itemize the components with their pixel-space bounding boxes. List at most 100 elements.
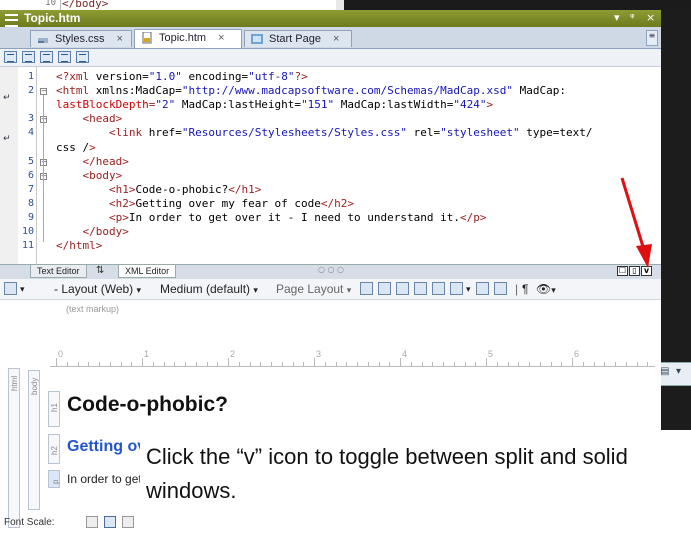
font-scale-normal-button[interactable] [104, 516, 116, 528]
ruler-tick [346, 362, 348, 366]
toolbar-button-1[interactable] [4, 51, 17, 63]
tab-styles-css[interactable]: Styles.css × [30, 30, 132, 47]
close-window-button[interactable]: × [646, 11, 655, 24]
preview-icon[interactable] [476, 282, 489, 295]
pin-button[interactable]: ᵠ [630, 11, 635, 24]
ruler-number: 0 [58, 349, 64, 359]
view-options-icon[interactable]: 👁▾ [536, 282, 556, 296]
code-line: css /> [56, 140, 96, 154]
structure-label: body [30, 377, 39, 395]
ruler-tick [335, 362, 337, 366]
window-dropdown-button[interactable]: ▾ [614, 11, 620, 24]
heading-1[interactable]: Code-o-phobic? [67, 393, 228, 417]
ruler-tick [582, 362, 584, 366]
toolbar-button-2[interactable] [22, 51, 35, 63]
heading-2[interactable]: Getting over my fear of code [67, 438, 140, 456]
layout-label: Layout (Web) [61, 282, 134, 296]
close-tab-icon[interactable]: × [333, 33, 339, 45]
ruler-tick [195, 362, 197, 366]
tracking-icon[interactable] [494, 282, 507, 295]
ruler-tick [486, 358, 487, 366]
toolbar-button-5[interactable] [76, 51, 89, 63]
document-tab-strip: Styles.css × Topic.htm × Start Page × ≡ [0, 27, 661, 49]
dark-background [336, 0, 691, 10]
code-line: <head> [82, 112, 123, 126]
ruler-tick [324, 362, 326, 366]
font-scale-smaller-button[interactable] [86, 516, 98, 528]
structure-bar-h1[interactable]: h1 [48, 391, 60, 427]
page-layout-dropdown[interactable]: Page Layout ▾ [276, 282, 351, 296]
window-menu-icon[interactable] [5, 14, 18, 27]
ruler-tick [99, 362, 100, 366]
ruler-tick [389, 362, 391, 366]
toolbar-button-3[interactable] [40, 51, 53, 63]
splitter-grip[interactable]: ○ ○ ○ [318, 265, 344, 274]
ruler-tick [561, 362, 563, 366]
page-layout-label: Page Layout [276, 282, 344, 296]
zoom-icon[interactable] [4, 282, 17, 295]
window-title-bar[interactable]: Topic.htm ▾ ᵠ × [0, 10, 661, 27]
toggle-split-v-button[interactable]: v [641, 266, 652, 276]
text-markup-label: (text markup) [66, 304, 120, 314]
show-markers-icon[interactable] [414, 282, 427, 295]
tab-list-button[interactable]: ≡ [646, 30, 658, 46]
background-code: </body> [62, 0, 109, 10]
ruler-tick [400, 358, 401, 366]
show-blocks-icon[interactable] [378, 282, 391, 295]
ruler-tick [593, 362, 595, 366]
structure-label: h1 [50, 403, 59, 412]
code-line: <body> [82, 168, 123, 182]
paragraph[interactable]: In order to get over it - I need to unde… [67, 472, 140, 486]
split-horizontal-button[interactable]: ☐ [617, 266, 628, 276]
ruler-tick [615, 362, 616, 366]
ruler-tick [539, 362, 541, 366]
structure-label: html [10, 375, 19, 391]
split-toggle-icon[interactable]: ⇅ [96, 265, 104, 276]
tab-topic-htm[interactable]: Topic.htm × [134, 29, 242, 48]
medium-label: Medium (default) [160, 282, 251, 296]
layout-dropdown[interactable]: - Layout (Web) ▾ [54, 282, 141, 296]
ruler: 0 1 2 3 4 5 6 [50, 349, 655, 367]
split-vertical-button[interactable]: ▯ [629, 266, 640, 276]
dropdown-arrow[interactable]: ▾ [20, 284, 25, 295]
code-line: <h1>Code-o-phobic?</h1> [108, 182, 262, 196]
tab-label: Styles.css [55, 33, 105, 45]
tab-text-editor[interactable]: Text Editor [30, 265, 87, 278]
show-conditions-icon[interactable] [432, 282, 445, 295]
close-tab-icon[interactable]: × [117, 33, 123, 45]
ruler-number: 1 [144, 349, 150, 359]
toolbar-button-4[interactable] [58, 51, 71, 63]
show-tags-icon[interactable] [360, 282, 373, 295]
ruler-tick [357, 362, 358, 366]
ruler-tick [292, 362, 294, 366]
ruler-tick [303, 362, 305, 366]
tab-label: Topic.htm [159, 32, 207, 44]
background-window-sliver: 10 </body> [0, 0, 691, 10]
ruler-tick [410, 362, 412, 366]
ruler-number: 6 [574, 349, 580, 359]
show-spans-icon[interactable] [396, 282, 409, 295]
dropdown-arrow[interactable]: ▾ [466, 284, 471, 295]
ruler-tick [636, 362, 638, 366]
ruler-tick [625, 362, 627, 366]
callout-text: Click the “v” icon to toggle between spl… [146, 444, 628, 503]
tab-start-page[interactable]: Start Page × [244, 30, 352, 47]
code-line: <p>In order to get over it - I need to u… [108, 211, 487, 224]
close-tab-icon[interactable]: × [218, 32, 224, 44]
ruler-tick [496, 362, 498, 366]
pilcrow-icon[interactable]: ¶ [522, 282, 528, 296]
ruler-tick [550, 362, 552, 366]
code-line: <h2>Getting over my fear of code</h2> [108, 196, 355, 210]
font-scale-larger-button[interactable] [122, 516, 134, 528]
code-line: <html xmlns:MadCap="http://www.madcapsof… [56, 84, 566, 98]
ruler-tick [185, 362, 186, 366]
tab-xml-editor[interactable]: XML Editor [118, 265, 177, 278]
ruler-tick [647, 362, 649, 366]
fold-toggle-icon[interactable]: − [40, 88, 47, 96]
window-edge [336, 0, 344, 10]
ruler-tick [507, 362, 509, 366]
background-line-number: 10 [45, 0, 56, 8]
show-variables-icon[interactable] [450, 282, 463, 295]
ruler-tick [238, 362, 240, 366]
medium-dropdown[interactable]: Medium (default) ▾ [160, 282, 258, 296]
